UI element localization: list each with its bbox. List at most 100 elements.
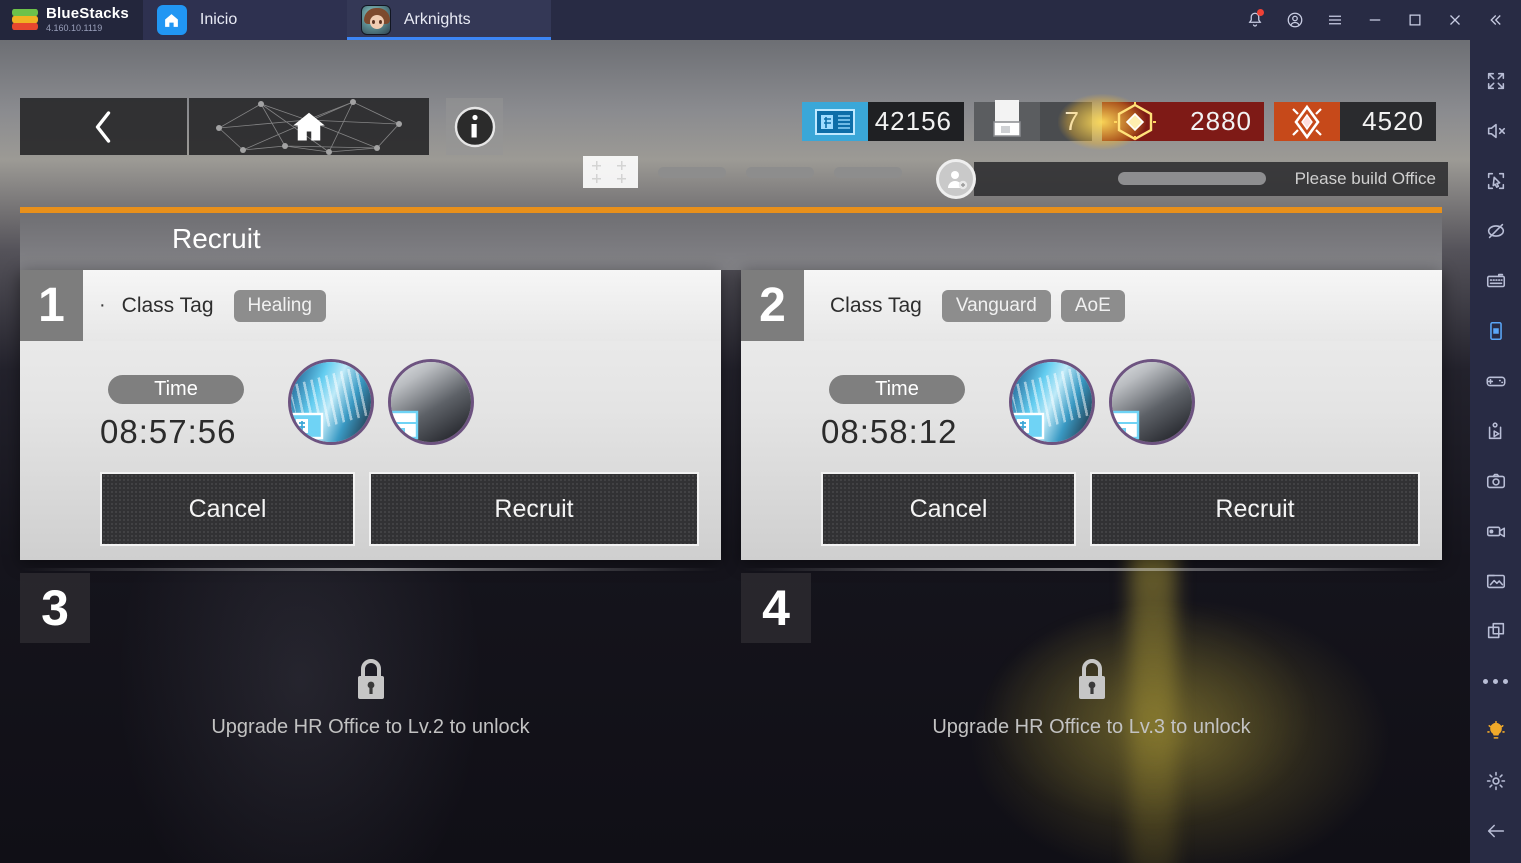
slot-1-header: 1 · Class Tag Healing [20, 270, 721, 341]
titlebar: BlueStacks 4.160.10.1119 Inicio Arknight… [0, 0, 1521, 40]
bluestacks-sidebar [1470, 40, 1521, 863]
keyboard-controls-button[interactable] [1470, 256, 1521, 306]
bluestacks-name: BlueStacks [46, 4, 129, 22]
minimize-button[interactable] [1355, 0, 1395, 40]
slot-1-recruit-button[interactable]: Recruit [369, 472, 699, 546]
slot-2-time-label: Time [829, 375, 965, 404]
placeholder-pill [834, 166, 902, 178]
tab-inicio[interactable]: Inicio [142, 0, 347, 40]
slot-1-time-label: Time [108, 375, 244, 404]
multi-instance-button[interactable] [1470, 606, 1521, 656]
lmd-banknote-reward-icon [288, 359, 374, 445]
more-options-button[interactable] [1470, 656, 1521, 706]
recruit-slot-3[interactable]: 3 Upgrade HR Office to Lv.2 to unlock [20, 560, 721, 856]
bluestacks-brand: BlueStacks 4.160.10.1119 [0, 0, 143, 40]
gamepad-button[interactable] [1470, 356, 1521, 406]
slot-3-lock-content: Upgrade HR Office to Lv.2 to unlock [20, 656, 721, 739]
recruit-slot-grid: 1 · Class Tag Healing Time 08:57:56 Canc… [20, 270, 1442, 856]
notice-bar[interactable]: Please build Office [936, 159, 1448, 199]
slot-1-rewards [288, 359, 474, 445]
panel-header: Recruit [20, 207, 1442, 270]
recruit-slot-1[interactable]: 1 · Class Tag Healing Time 08:57:56 Canc… [20, 270, 721, 560]
back-button[interactable] [1470, 806, 1521, 856]
slot-3-number: 3 [20, 573, 90, 643]
mute-button[interactable] [1470, 106, 1521, 156]
slot-4-number: 4 [741, 573, 811, 643]
originite-prime-icon [1274, 102, 1340, 141]
slot-1-time-value: 08:57:56 [100, 413, 237, 450]
recruit-slot-2[interactable]: 2 Class Tag Vanguard AoE Time 08:58:12 C… [741, 270, 1442, 560]
placeholder-grid-icon [583, 156, 638, 188]
notifications-button[interactable] [1235, 0, 1275, 40]
tab-inicio-label: Inicio [199, 11, 238, 28]
slot-2-rewards [1009, 359, 1195, 445]
slot-1-tag-label: Class Tag [121, 293, 214, 317]
account-button[interactable] [1275, 0, 1315, 40]
recruit-slot-4[interactable]: 4 Upgrade HR Office to Lv.3 to unlock [741, 560, 1442, 856]
media-manager-button[interactable] [1470, 556, 1521, 606]
screenshot-button[interactable] [1470, 456, 1521, 506]
house-icon [293, 112, 325, 140]
tag-chip-healing[interactable]: Healing [233, 289, 326, 322]
slot-3-lock-text: Upgrade HR Office to Lv.2 to unlock [211, 716, 530, 738]
tips-button[interactable] [1470, 706, 1521, 756]
slot-4-sheen [741, 568, 1442, 571]
game-nav [20, 98, 429, 155]
titlebar-buttons [1235, 0, 1521, 40]
fullscreen-button[interactable] [1470, 56, 1521, 106]
info-button[interactable] [446, 98, 503, 155]
slot-2-buttons: Cancel Recruit [821, 472, 1420, 546]
slot-2-recruit-button[interactable]: Recruit [1090, 472, 1420, 546]
slot-1-buttons: Cancel Recruit [100, 472, 699, 546]
currency-bar: 42156 7 [802, 94, 1436, 150]
click-target-button[interactable] [1470, 156, 1521, 206]
game-viewport: 42156 7 [0, 40, 1470, 863]
titlebar-spacer [551, 0, 1235, 40]
collapse-sidebar-button[interactable] [1475, 0, 1515, 40]
slot-1-tags: Healing [233, 289, 326, 322]
back-button[interactable] [20, 98, 187, 155]
recruit-panel: Recruit 1 · Class Tag Healing Time 08:57… [20, 207, 1442, 856]
slot-2-cancel-button[interactable]: Cancel [821, 472, 1076, 546]
currency-orundum[interactable]: 2880 [1058, 94, 1264, 150]
tag-chip-vanguard[interactable]: Vanguard [941, 289, 1051, 322]
info-circle-icon [454, 106, 495, 147]
orundum-value: 2880 [1168, 102, 1264, 141]
material-pouch-reward-icon [1109, 359, 1195, 445]
padlock-icon [357, 659, 384, 699]
menu-button[interactable] [1315, 0, 1355, 40]
home-button[interactable] [189, 98, 429, 155]
bluestacks-logo-icon [12, 9, 38, 31]
material-pouch-reward-icon [388, 359, 474, 445]
lmd-value: 42156 [868, 102, 964, 141]
notice-progress [1118, 172, 1266, 185]
slot-2-time-value: 08:58:12 [821, 413, 958, 450]
orundum-icon [1058, 94, 1168, 150]
slot-3-sheen [20, 568, 721, 571]
slot-2-body: Time 08:58:12 Cancel Recruit [741, 341, 1442, 560]
tag-chip-aoe[interactable]: AoE [1060, 289, 1125, 322]
portrait-mode-button[interactable] [1470, 306, 1521, 356]
tab-arknights[interactable]: Arknights [346, 0, 551, 40]
close-button[interactable] [1435, 0, 1475, 40]
home-icon [156, 5, 187, 35]
person-add-icon [936, 159, 976, 199]
slot-2-tag-label: Class Tag [830, 293, 922, 317]
slot-2-tags: Vanguard AoE [941, 289, 1125, 322]
notice-text: Please build Office [1294, 169, 1436, 188]
slot-2-number: 2 [741, 270, 804, 341]
bluestacks-version: 4.160.10.1119 [46, 22, 103, 33]
originite-prime-value: 4520 [1340, 102, 1436, 141]
currency-lmd[interactable]: 42156 [802, 102, 964, 141]
notification-badge [1257, 9, 1264, 16]
record-button[interactable] [1470, 506, 1521, 556]
slot-1-body: Time 08:57:56 Cancel Recruit [20, 341, 721, 560]
currency-originite-prime[interactable]: 4520 [1274, 102, 1436, 141]
eye-off-button[interactable] [1470, 206, 1521, 256]
slot-1-cancel-button[interactable]: Cancel [100, 472, 355, 546]
script-play-button[interactable] [1470, 406, 1521, 456]
settings-button[interactable] [1470, 756, 1521, 806]
maximize-button[interactable] [1395, 0, 1435, 40]
lmd-banknote-icon [802, 102, 868, 141]
placeholder-pill [746, 166, 814, 178]
